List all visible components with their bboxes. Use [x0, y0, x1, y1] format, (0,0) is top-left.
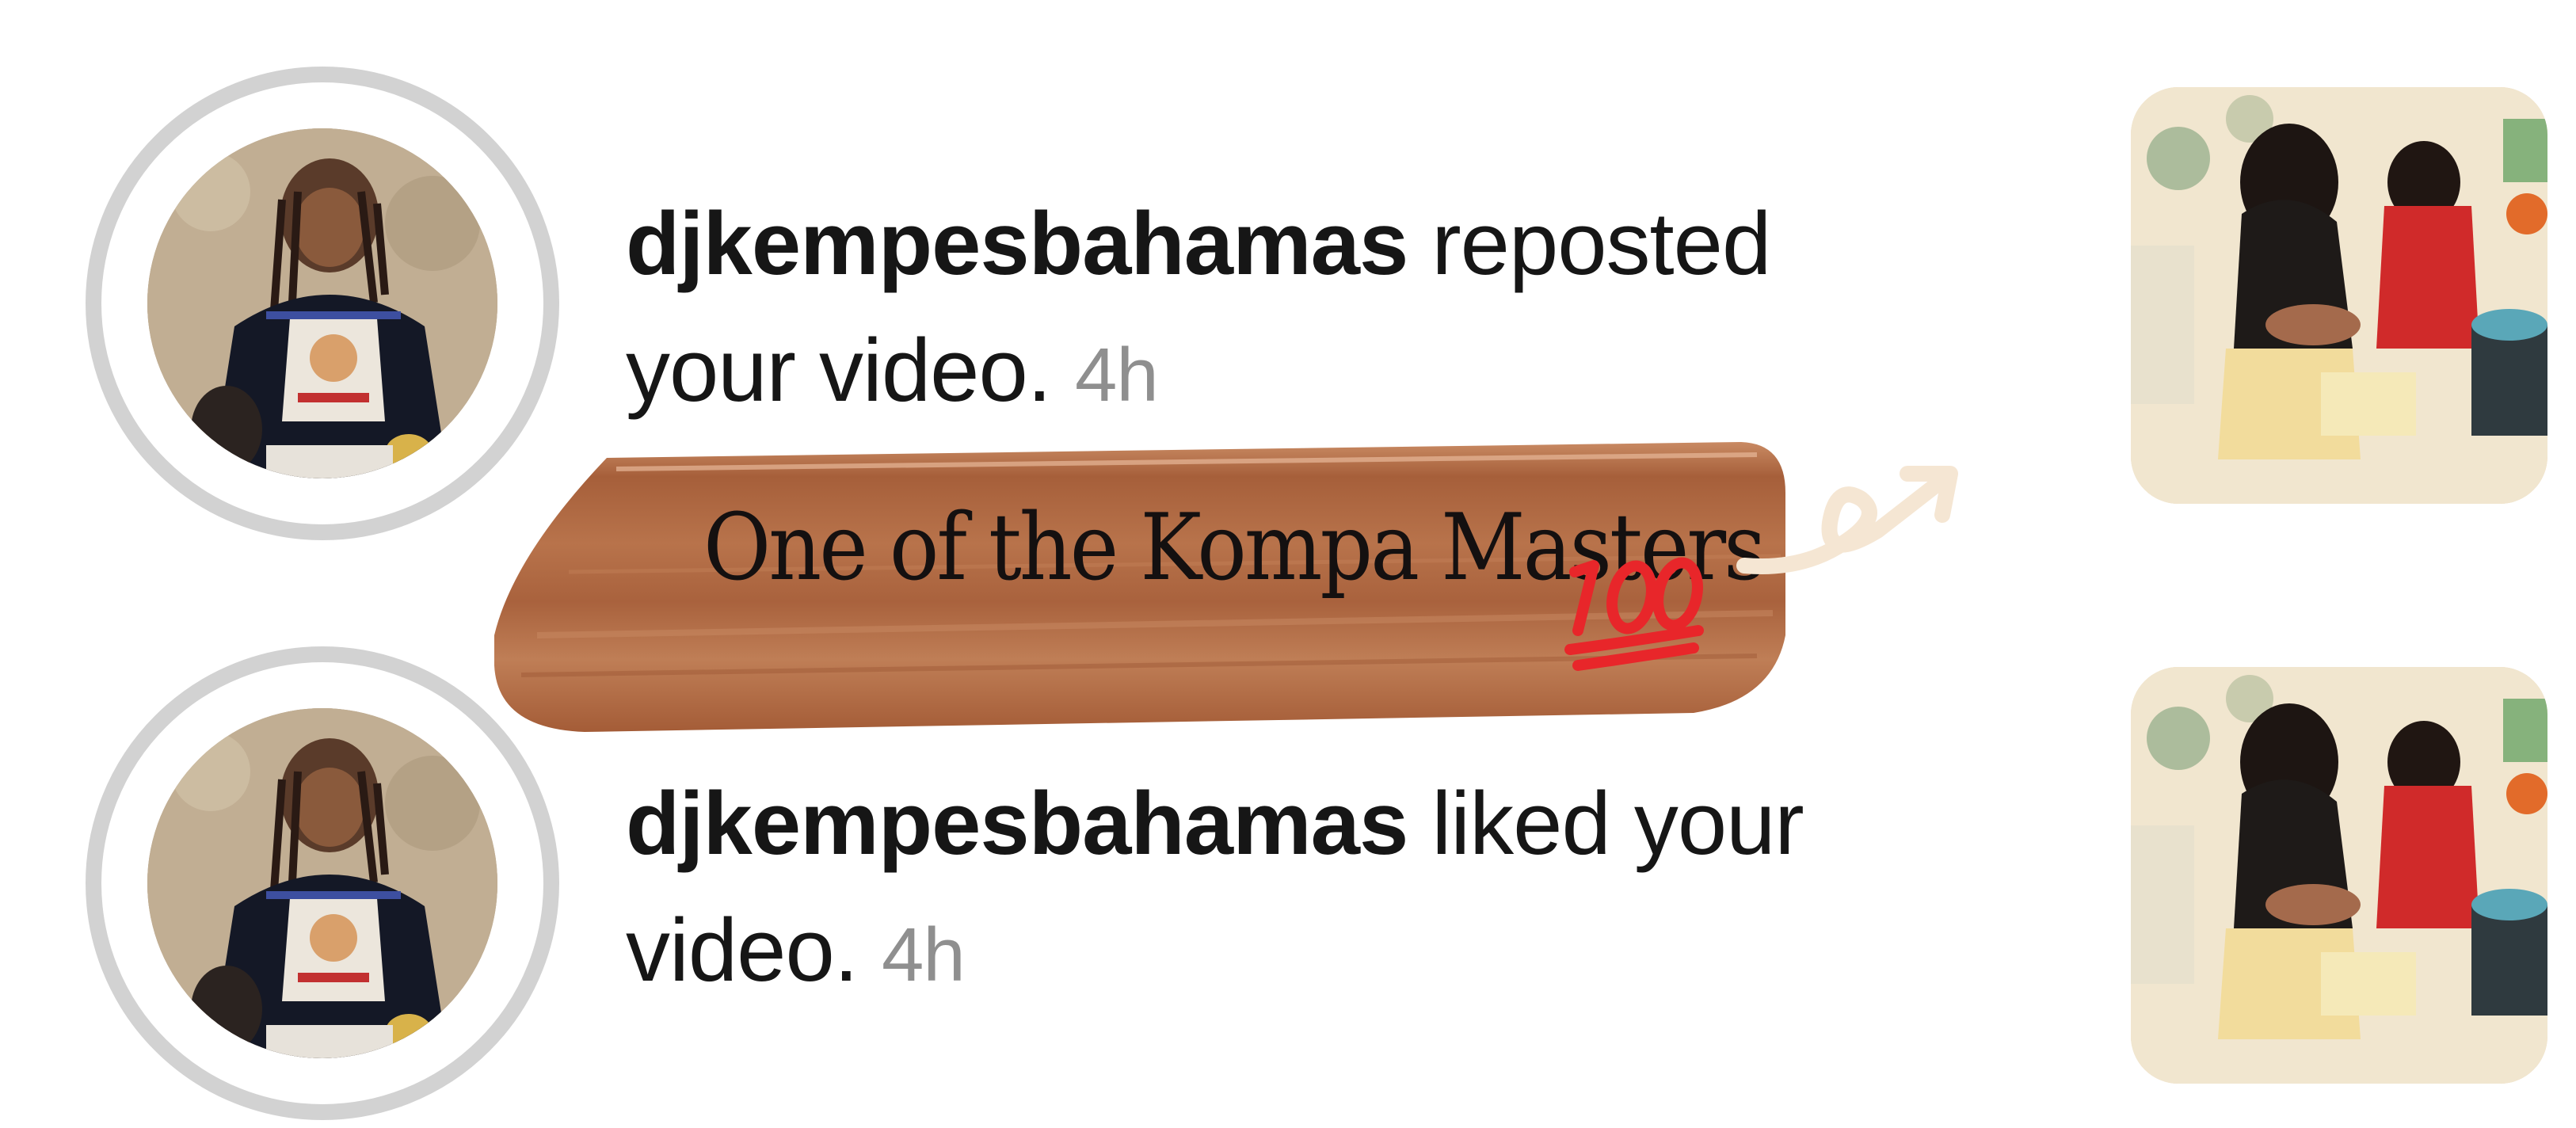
- action-text: liked your: [1408, 774, 1804, 873]
- action-text: your video.: [626, 321, 1052, 420]
- action-text: reposted: [1408, 194, 1771, 293]
- avatar[interactable]: [86, 646, 559, 1120]
- video-thumbnail[interactable]: [2131, 667, 2547, 1084]
- action-text: video.: [626, 901, 859, 1000]
- notifications-screen: djkempesbahamas reposted your video. 4h: [0, 0, 2576, 1128]
- avatar[interactable]: [86, 67, 559, 540]
- username-link[interactable]: djkempesbahamas: [626, 774, 1408, 873]
- profile-photo-icon: [147, 708, 497, 1058]
- notification-text: djkempesbahamas liked your video. 4h: [626, 760, 1972, 1019]
- hundred-points-icon: [1559, 554, 1709, 673]
- profile-photo-icon: [147, 128, 497, 478]
- notification-text: djkempesbahamas reposted your video. 4h: [626, 181, 1972, 439]
- caption-text: One of the Kompa Masters: [703, 493, 1766, 602]
- caption-sticker[interactable]: One of the Kompa Masters: [490, 437, 1789, 751]
- timestamp: 4h: [882, 913, 966, 997]
- swoosh-arrow-icon: [1735, 444, 1972, 586]
- video-thumbnail[interactable]: [2131, 87, 2547, 504]
- username-link[interactable]: djkempesbahamas: [626, 194, 1408, 293]
- timestamp: 4h: [1074, 333, 1159, 417]
